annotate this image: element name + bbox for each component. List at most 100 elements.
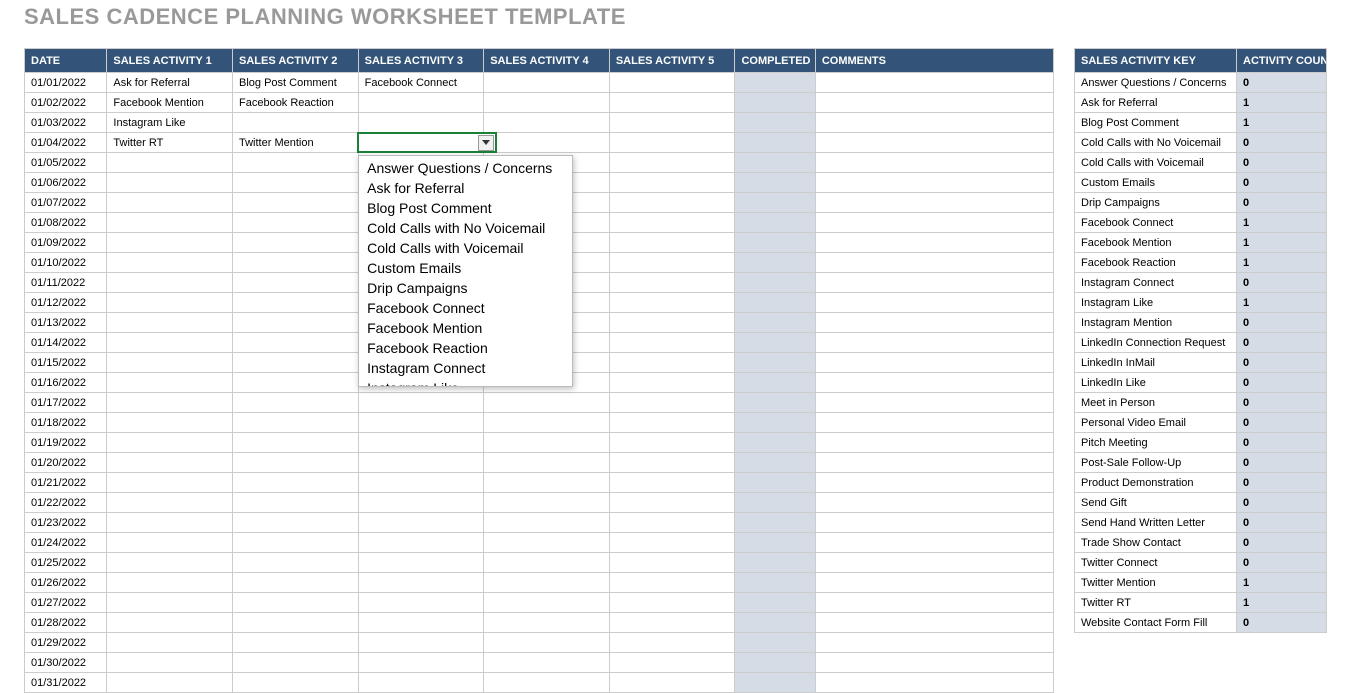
cell-activity3[interactable] bbox=[358, 413, 484, 433]
cell-completed[interactable] bbox=[735, 573, 815, 593]
cell-activity5[interactable] bbox=[609, 453, 735, 473]
cell-activity5[interactable] bbox=[609, 233, 735, 253]
key-name[interactable]: Send Hand Written Letter bbox=[1075, 513, 1237, 533]
key-name[interactable]: Twitter RT bbox=[1075, 593, 1237, 613]
key-count[interactable]: 1 bbox=[1237, 93, 1327, 113]
cell-activity2[interactable] bbox=[233, 113, 359, 133]
key-count[interactable]: 0 bbox=[1237, 153, 1327, 173]
cell-comments[interactable] bbox=[815, 433, 1053, 453]
cell-comments[interactable] bbox=[815, 633, 1053, 653]
key-name[interactable]: Twitter Mention bbox=[1075, 573, 1237, 593]
cell-activity1[interactable] bbox=[107, 213, 233, 233]
cell-comments[interactable] bbox=[815, 493, 1053, 513]
cell-completed[interactable] bbox=[735, 73, 815, 93]
cell-activity5[interactable] bbox=[609, 193, 735, 213]
cell-activity3[interactable] bbox=[358, 113, 484, 133]
key-count[interactable]: 0 bbox=[1237, 133, 1327, 153]
cell-activity1[interactable] bbox=[107, 633, 233, 653]
key-name[interactable]: Cold Calls with Voicemail bbox=[1075, 153, 1237, 173]
cell-activity2[interactable] bbox=[233, 493, 359, 513]
cell-activity1[interactable] bbox=[107, 313, 233, 333]
cell-comments[interactable] bbox=[815, 613, 1053, 633]
cell-activity5[interactable] bbox=[609, 373, 735, 393]
cell-date[interactable]: 01/08/2022 bbox=[25, 213, 107, 233]
cell-date[interactable]: 01/12/2022 bbox=[25, 293, 107, 313]
cell-activity5[interactable] bbox=[609, 633, 735, 653]
cell-activity2[interactable] bbox=[233, 173, 359, 193]
cell-completed[interactable] bbox=[735, 473, 815, 493]
cell-date[interactable]: 01/29/2022 bbox=[25, 633, 107, 653]
cell-activity1[interactable] bbox=[107, 173, 233, 193]
cell-activity1[interactable] bbox=[107, 573, 233, 593]
cell-activity1[interactable] bbox=[107, 673, 233, 693]
cell-activity4[interactable] bbox=[484, 473, 610, 493]
cell-completed[interactable] bbox=[735, 493, 815, 513]
key-count[interactable]: 0 bbox=[1237, 333, 1327, 353]
cell-activity4[interactable] bbox=[484, 653, 610, 673]
dropdown-option[interactable]: Custom Emails bbox=[359, 258, 572, 278]
cell-completed[interactable] bbox=[735, 453, 815, 473]
cell-activity5[interactable] bbox=[609, 293, 735, 313]
key-count[interactable]: 0 bbox=[1237, 353, 1327, 373]
key-count[interactable]: 1 bbox=[1237, 213, 1327, 233]
cell-activity3[interactable] bbox=[358, 633, 484, 653]
cell-activity5[interactable] bbox=[609, 493, 735, 513]
dropdown-option[interactable]: Answer Questions / Concerns bbox=[359, 158, 572, 178]
cell-activity4[interactable] bbox=[484, 633, 610, 653]
key-name[interactable]: Blog Post Comment bbox=[1075, 113, 1237, 133]
cell-completed[interactable] bbox=[735, 533, 815, 553]
cell-date[interactable]: 01/22/2022 bbox=[25, 493, 107, 513]
cell-activity2[interactable] bbox=[233, 153, 359, 173]
key-count[interactable]: 0 bbox=[1237, 493, 1327, 513]
cell-comments[interactable] bbox=[815, 133, 1053, 153]
dropdown-option[interactable]: Instagram Like bbox=[359, 378, 572, 387]
cell-activity1[interactable]: Facebook Mention bbox=[107, 93, 233, 113]
cell-completed[interactable] bbox=[735, 273, 815, 293]
key-name[interactable]: LinkedIn Like bbox=[1075, 373, 1237, 393]
cell-activity4[interactable] bbox=[484, 553, 610, 573]
cell-date[interactable]: 01/02/2022 bbox=[25, 93, 107, 113]
cell-activity2[interactable]: Blog Post Comment bbox=[233, 73, 359, 93]
cell-completed[interactable] bbox=[735, 633, 815, 653]
cell-activity1[interactable] bbox=[107, 493, 233, 513]
key-count[interactable]: 0 bbox=[1237, 413, 1327, 433]
dropdown-list[interactable]: Answer Questions / ConcernsAsk for Refer… bbox=[358, 155, 573, 387]
cell-activity5[interactable] bbox=[609, 433, 735, 453]
key-name[interactable]: Meet in Person bbox=[1075, 393, 1237, 413]
cell-activity4[interactable] bbox=[484, 593, 610, 613]
cell-date[interactable]: 01/01/2022 bbox=[25, 73, 107, 93]
cell-activity2[interactable] bbox=[233, 433, 359, 453]
cell-activity5[interactable] bbox=[609, 573, 735, 593]
cell-activity1[interactable] bbox=[107, 153, 233, 173]
cell-completed[interactable] bbox=[735, 413, 815, 433]
cell-date[interactable]: 01/06/2022 bbox=[25, 173, 107, 193]
cell-activity5[interactable] bbox=[609, 253, 735, 273]
cell-date[interactable]: 01/21/2022 bbox=[25, 473, 107, 493]
cell-date[interactable]: 01/10/2022 bbox=[25, 253, 107, 273]
cell-activity1[interactable] bbox=[107, 473, 233, 493]
cell-completed[interactable] bbox=[735, 193, 815, 213]
cell-activity2[interactable] bbox=[233, 233, 359, 253]
cell-date[interactable]: 01/26/2022 bbox=[25, 573, 107, 593]
cell-activity1[interactable] bbox=[107, 653, 233, 673]
cell-comments[interactable] bbox=[815, 453, 1053, 473]
cell-comments[interactable] bbox=[815, 653, 1053, 673]
cell-date[interactable]: 01/19/2022 bbox=[25, 433, 107, 453]
cell-activity1[interactable] bbox=[107, 513, 233, 533]
cell-activity1[interactable] bbox=[107, 393, 233, 413]
dropdown-arrow-icon[interactable] bbox=[478, 135, 494, 151]
cell-comments[interactable] bbox=[815, 213, 1053, 233]
key-name[interactable]: Cold Calls with No Voicemail bbox=[1075, 133, 1237, 153]
cell-activity5[interactable] bbox=[609, 513, 735, 533]
key-name[interactable]: Drip Campaigns bbox=[1075, 193, 1237, 213]
cell-activity5[interactable] bbox=[609, 533, 735, 553]
cell-comments[interactable] bbox=[815, 193, 1053, 213]
cell-activity5[interactable] bbox=[609, 553, 735, 573]
cell-activity1[interactable]: Instagram Like bbox=[107, 113, 233, 133]
key-name[interactable]: Answer Questions / Concerns bbox=[1075, 73, 1237, 93]
key-count[interactable]: 0 bbox=[1237, 173, 1327, 193]
cell-activity2[interactable] bbox=[233, 333, 359, 353]
key-name[interactable]: Facebook Mention bbox=[1075, 233, 1237, 253]
cell-completed[interactable] bbox=[735, 133, 815, 153]
dropdown-option[interactable]: Facebook Connect bbox=[359, 298, 572, 318]
